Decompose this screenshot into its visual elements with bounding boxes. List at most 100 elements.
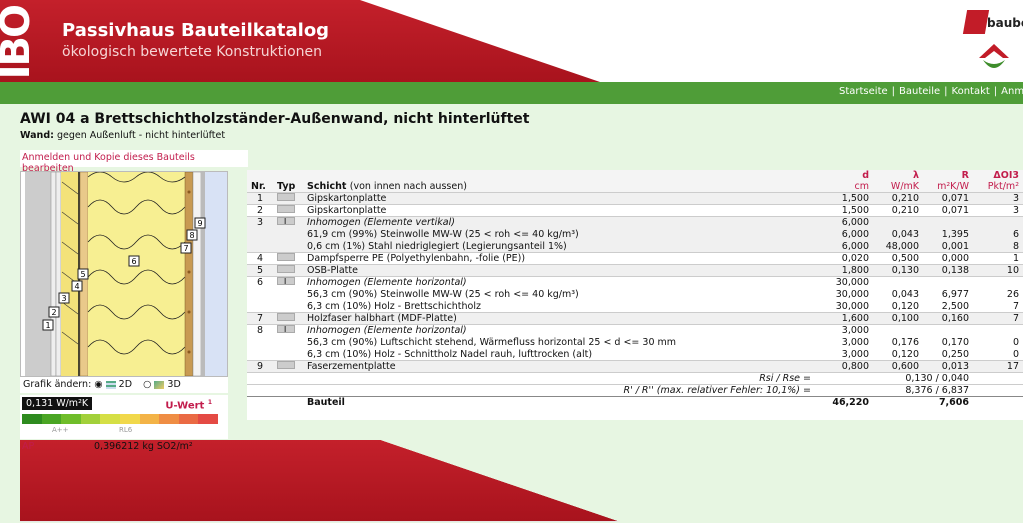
layer-oi3 — [973, 276, 1023, 289]
nav-startseite[interactable]: Startseite — [839, 86, 888, 97]
table-row: 6,3 cm (10%) Holz - Brettschichtholz 30,0… — [247, 301, 1023, 313]
layer-name[interactable]: Gipskartonplatte — [303, 192, 815, 205]
layer-name[interactable]: 56,3 cm (90%) Steinwolle MW-W (25 < roh … — [303, 289, 815, 301]
layer-callout-label: 7 — [183, 244, 188, 253]
layer-type-swatch-icon — [277, 205, 295, 213]
layer-callout-1[interactable]: 1 — [42, 319, 54, 331]
layer-type — [273, 301, 303, 313]
radio-3d-icon[interactable]: ○ — [143, 379, 151, 390]
layer-oi3: 26 — [1006, 289, 1019, 300]
option-2d-label[interactable]: 2D — [119, 379, 132, 390]
baubook-logo-text: baube — [987, 16, 1023, 30]
u-value-badge: 0,131 W/m²K — [22, 397, 93, 410]
wall-section-drawing[interactable]: 1 2 3 4 5 6 7 8 9 — [20, 171, 228, 377]
layer-lambda — [873, 324, 923, 337]
layer-type-swatch-icon — [277, 265, 295, 273]
layer-callout-6[interactable]: 6 — [128, 255, 140, 267]
layer-name[interactable]: Inhomogen (Elemente horizontal) — [303, 324, 815, 337]
layer-callout-9[interactable]: 9 — [194, 217, 206, 229]
wand-value: gegen Außenluft - nicht hinterlüftet — [56, 130, 226, 141]
layer-callout-2[interactable]: 2 — [48, 306, 60, 318]
layer-type-swatch-icon — [277, 325, 295, 334]
layer-oi3 — [973, 324, 1023, 337]
layer-name[interactable]: 56,3 cm (90%) Luftschicht stehend, Wärme… — [303, 337, 815, 349]
layer-type — [273, 216, 303, 229]
layer-r: 0,160 — [923, 312, 973, 325]
layer-oi3: 10 — [973, 264, 1023, 277]
rsi-value: 0,130 / 0,040 — [815, 372, 973, 385]
banner-red-band — [0, 0, 600, 82]
layer-name[interactable]: Gipskartonplatte — [303, 204, 815, 217]
baubook-logo-mark — [962, 10, 990, 34]
top-navigation: Startseite|Bauteile|Kontakt|Anmeld — [0, 82, 1023, 104]
layer-type — [273, 337, 303, 349]
layer-name[interactable]: 6,3 cm (10%) Holz - Schnittholz Nadel ra… — [303, 349, 815, 361]
layer-lambda — [873, 216, 923, 229]
sum-row: Bauteil 46,220 7,606 — [247, 396, 1023, 409]
table-header-row: Nr. Typ Schicht (von innen nach aussen) … — [247, 170, 1023, 193]
sum-d: 46,220 — [815, 396, 873, 409]
u-value-panel: 0,131 W/m²K U-Wert 1 A++ RL6 — [20, 395, 228, 439]
table-row: 1 Gipskartonplatte 1,500 0,210 0,071 3 — [247, 192, 1023, 205]
layer-nr: 1 — [247, 192, 273, 205]
property-key: AP — [22, 441, 35, 452]
layer-name[interactable]: Faserzementplatte — [303, 360, 815, 373]
layer-type — [273, 252, 303, 265]
layer-oi3: 0 — [1012, 348, 1019, 360]
u-scale-segment — [178, 414, 199, 424]
nav-bauteile[interactable]: Bauteile — [899, 86, 940, 97]
layer-name[interactable]: 61,9 cm (99%) Steinwolle MW-W (25 < roh … — [303, 228, 815, 241]
layer-d: 6,000 — [815, 216, 873, 229]
layer-r: 0,170 — [941, 337, 969, 348]
edit-copy-link[interactable]: Anmelden und Kopie dieses Bauteils bearb… — [20, 150, 248, 174]
layer-nr: 4 — [247, 252, 273, 265]
radio-2d-icon[interactable]: ◉ — [94, 379, 102, 390]
site-subtitle: ökologisch bewertete Konstruktionen — [62, 44, 323, 60]
sum-label: Bauteil — [303, 396, 815, 409]
layer-name[interactable]: Inhomogen (Elemente horizontal) — [303, 276, 815, 289]
table-row: 9 Faserzementplatte 0,800 0,600 0,013 17 — [247, 360, 1023, 373]
layer-oi3: 1 — [973, 252, 1023, 265]
layer-type-swatch-icon — [277, 253, 295, 261]
layer-lambda: 0,176 — [891, 337, 919, 348]
grafik-switcher: Grafik ändern: ◉ 2D ○ 3D — [20, 377, 228, 393]
layer-callout-4[interactable]: 4 — [71, 280, 83, 292]
baubook-logo[interactable]: baube — [962, 10, 1023, 38]
layer-callout-8[interactable]: 8 — [186, 229, 198, 241]
layer-callout-3[interactable]: 3 — [58, 292, 70, 304]
layer-callout-7[interactable]: 7 — [180, 242, 192, 254]
layer-name[interactable]: Holzfaser halbhart (MDF-Platte) — [303, 312, 815, 325]
u-value-label-text: U-Wert — [165, 400, 205, 412]
layer-callout-label: 3 — [61, 294, 66, 303]
layer-r: 6,977 — [941, 289, 969, 300]
layer-lambda: 0,100 — [873, 312, 923, 325]
wand-description: Wand: gegen Außenluft - nicht hinterlüft… — [20, 130, 225, 141]
layer-r: 0,013 — [923, 360, 973, 373]
u-value-scale-bar — [22, 414, 218, 424]
layer-name[interactable]: Inhomogen (Elemente vertikal) — [303, 216, 815, 229]
header-banner: IBO Passivhaus Bauteilkatalog ökologisch… — [0, 0, 1023, 82]
layer-oi3: 0 — [1012, 337, 1019, 348]
layer-r: 0,250 — [941, 348, 969, 360]
layer-type — [273, 349, 303, 361]
site-title[interactable]: Passivhaus Bauteilkatalog — [62, 20, 329, 41]
layer-type-swatch-icon — [277, 193, 295, 201]
layer-oi3: 6 — [973, 228, 1023, 241]
layer-nr — [247, 240, 273, 253]
layer-name[interactable]: Dampfsperre PE (Polyethylenbahn, -folie … — [303, 252, 815, 265]
layer-name[interactable]: OSB-Platte — [303, 264, 815, 277]
layer-d: 30,000 — [835, 300, 869, 312]
col-d: d cm — [815, 170, 873, 193]
option-3d-label[interactable]: 3D — [167, 379, 180, 390]
table-row: 4 Dampfsperre PE (Polyethylenbahn, -folie… — [247, 252, 1023, 265]
nav-kontakt[interactable]: Kontakt — [952, 86, 990, 97]
nav-separator: | — [891, 86, 896, 97]
layer-r: 0,000 — [923, 252, 973, 265]
col-oi3: ΔOI3 Pkt/m² — [973, 170, 1023, 193]
nav-anmelden[interactable]: Anmeld — [1001, 86, 1023, 97]
layers-2d-icon — [105, 380, 116, 389]
layer-callout-5[interactable]: 5 — [77, 268, 89, 280]
house-leaf-logo-icon[interactable] — [977, 42, 1011, 76]
layer-name[interactable]: 0,6 cm (1%) Stahl niedriglegiert (Legier… — [303, 240, 815, 253]
layer-name[interactable]: 6,3 cm (10%) Holz - Brettschichtholz — [303, 301, 815, 313]
